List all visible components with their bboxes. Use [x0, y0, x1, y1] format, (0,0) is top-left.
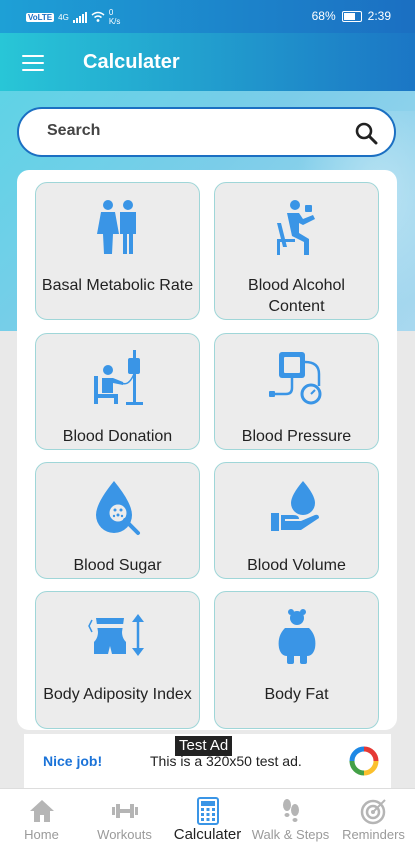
page-title: Calculater [83, 51, 180, 73]
nav-label: Walk & Steps [251, 827, 330, 842]
nav-calculater[interactable]: Calculater [166, 789, 249, 850]
signal-icon [72, 11, 87, 23]
calculator-card-bai[interactable]: Body Adiposity Index [35, 591, 200, 729]
status-bar: VoLTE 4G 0 K/s 68% 2:39 [0, 0, 415, 33]
nav-workouts[interactable]: Workouts [83, 789, 166, 850]
card-label: Blood Pressure [241, 428, 352, 445]
ad-logo-icon [349, 746, 379, 776]
calculator-card-blood-donation[interactable]: Blood Donation [35, 333, 200, 450]
bottom-nav: Home Workouts Calculater Walk & Steps Re… [0, 788, 415, 850]
calculator-card-bmr[interactable]: Basal Metabolic Rate [35, 182, 200, 320]
menu-icon[interactable] [22, 55, 44, 71]
search-input[interactable] [45, 121, 339, 141]
nav-reminders[interactable]: Reminders [332, 789, 415, 850]
calculator-card-blood-volume[interactable]: Blood Volume [214, 462, 379, 579]
battery-icon [341, 10, 362, 22]
wifi-icon [91, 11, 105, 22]
home-icon [29, 800, 54, 822]
calculator-icon [196, 797, 219, 825]
speed-unit: K/s [108, 17, 121, 26]
test-ad-badge: Test Ad [175, 736, 233, 756]
nav-walk-steps[interactable]: Walk & Steps [249, 789, 332, 850]
search-bar[interactable] [17, 107, 396, 157]
nav-label: Home [24, 827, 59, 842]
nav-home[interactable]: Home [0, 789, 83, 850]
dumbbell-icon [111, 804, 138, 818]
battery-percent: 68% [311, 9, 336, 23]
card-label: Body Fat [264, 686, 329, 703]
card-label: Body Adiposity Index [43, 686, 192, 703]
search-icon[interactable] [354, 121, 378, 145]
volte-badge: VoLTE [26, 12, 55, 22]
calculator-card-body-fat[interactable]: Body Fat [214, 591, 379, 729]
card-label: Basal Metabolic Rate [41, 277, 194, 294]
ad-nice-text: Nice job! [43, 753, 103, 769]
calculator-grid: Basal Metabolic Rate Blood Alcohol Conte… [17, 170, 397, 730]
speed-value: 0 [108, 8, 114, 17]
app-bar: Calculater [0, 33, 415, 91]
drinking-person-icon [276, 200, 315, 255]
hand-drop-icon [270, 481, 319, 531]
clock: 2:39 [367, 9, 391, 23]
card-label: Blood Donation [62, 428, 173, 445]
nav-label: Reminders [342, 827, 405, 842]
calculator-card-blood-sugar[interactable]: Blood Sugar [35, 462, 200, 579]
card-label: Blood Sugar [73, 557, 162, 574]
calculator-card-blood-pressure[interactable]: Blood Pressure [214, 333, 379, 450]
network-type-label: 4G [58, 12, 69, 22]
waist-measure-icon [87, 614, 144, 656]
couple-icon [96, 200, 136, 254]
blood-sugar-drop-icon [95, 481, 140, 535]
card-label: Blood Alcohol Content [248, 277, 345, 315]
nav-label: Workouts [97, 827, 152, 842]
card-label: Blood Volume [247, 557, 346, 574]
network-speed: 0 K/s [109, 8, 121, 26]
blood-pressure-monitor-icon [268, 352, 321, 405]
nav-label: Calculater [173, 826, 242, 843]
body-fat-icon [278, 609, 315, 664]
calculator-card-bac[interactable]: Blood Alcohol Content [214, 182, 379, 320]
target-icon [360, 799, 386, 825]
footsteps-icon [282, 799, 299, 822]
blood-donation-icon [93, 350, 143, 405]
